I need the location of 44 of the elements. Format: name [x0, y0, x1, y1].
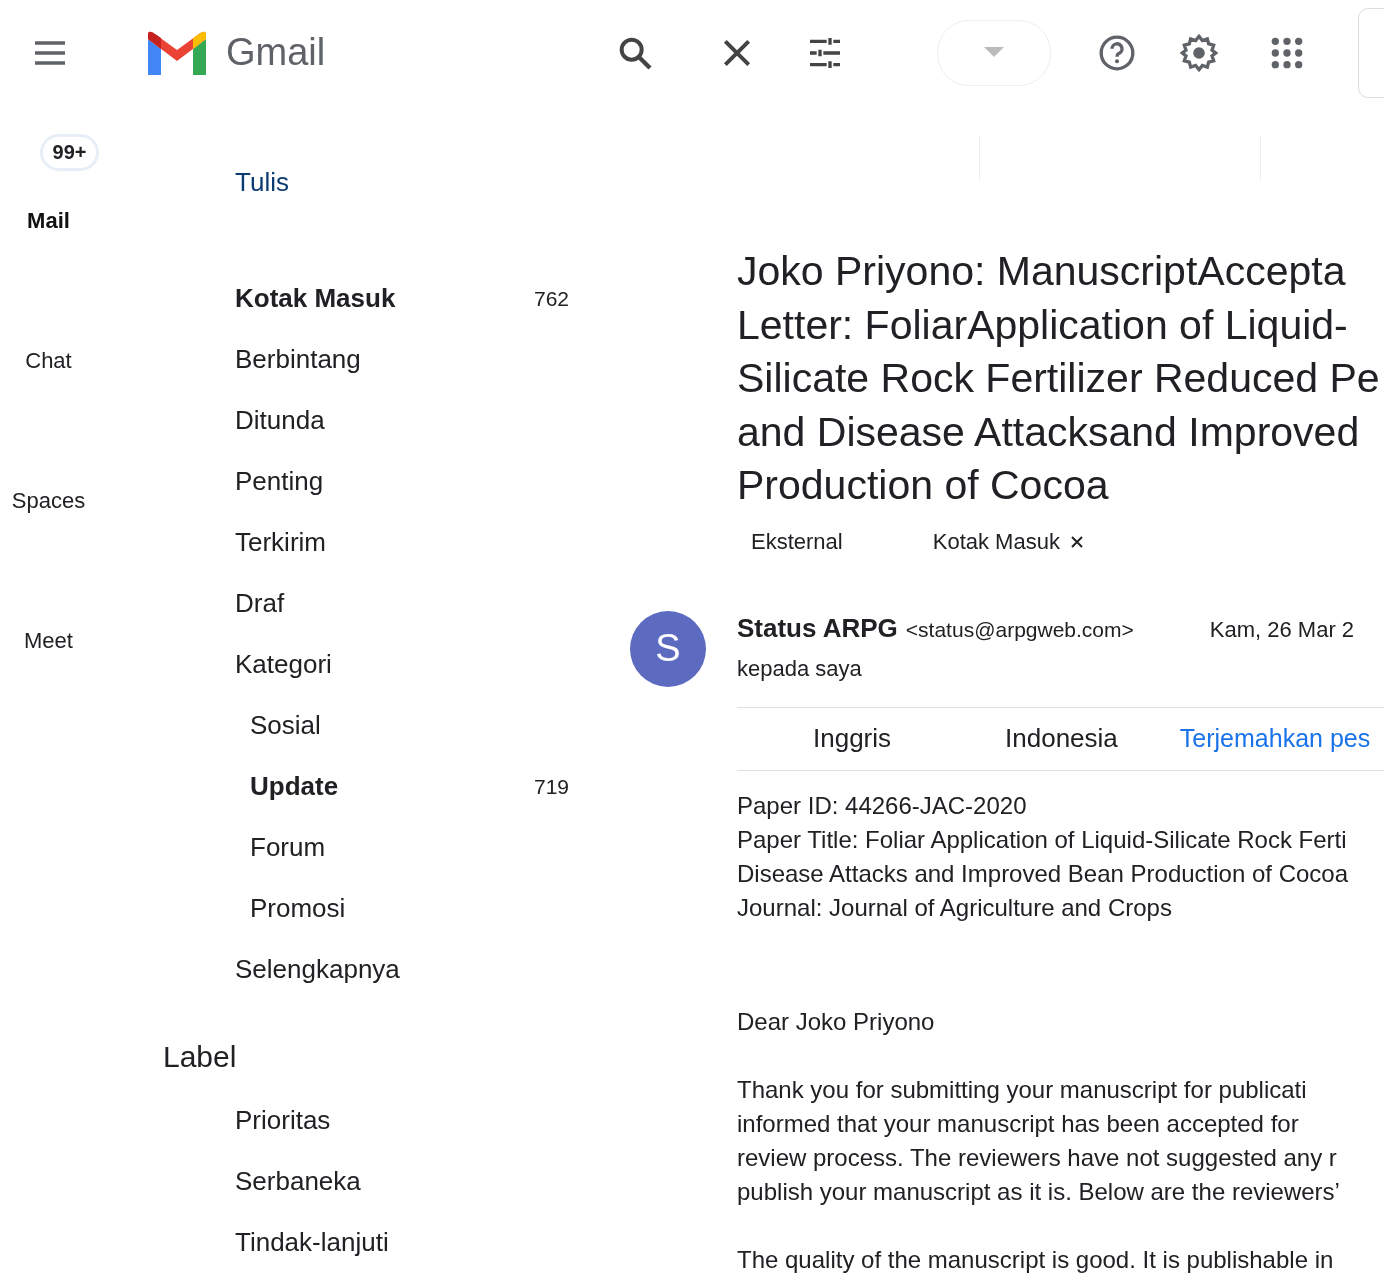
folder-item[interactable]: Forum	[250, 832, 569, 863]
body-paragraph: Thank you for submitting your manuscript for publicati informed that your manuscript has been accepted for review process. The reviewers have not suggested any r publish your manuscript as it is. Below are the reviewers’	[737, 1074, 1340, 1207]
unread-count: 762	[533, 286, 569, 311]
label-item[interactable]: Tindak-lanjuti	[235, 1227, 569, 1258]
unread-badge: 99+	[42, 137, 97, 168]
sender-email: <status@arpgweb.com>	[905, 617, 1134, 642]
folder-item[interactable]: Kategori	[235, 649, 569, 680]
language-option[interactable]: Indonesia	[1005, 723, 1118, 754]
folder-item[interactable]: Promosi	[250, 893, 569, 924]
email-date: Kam, 26 Mar 2	[1209, 616, 1355, 643]
unread-count: 719	[533, 774, 569, 799]
compose-button[interactable]: Tulis	[235, 167, 289, 198]
label-text: Eksternal	[750, 527, 844, 556]
label-item[interactable]: Serbaneka	[235, 1166, 569, 1197]
sender-avatar: S	[630, 610, 706, 687]
folder-item[interactable]: Kotak Masuk	[235, 283, 534, 314]
folder-item[interactable]: Penting	[235, 466, 569, 497]
greeting-text: Dear Joko Priyono	[737, 1006, 935, 1037]
label-item[interactable]: Prioritas	[235, 1105, 569, 1136]
folder-item[interactable]: Update	[250, 771, 534, 802]
folder-item[interactable]: Draf	[235, 588, 569, 619]
folder-item[interactable]: Ditunda	[235, 405, 569, 436]
body-paragraph: The quality of the manuscript is good. It is publishable in	[737, 1244, 1334, 1275]
sender-name: Status ARPG	[737, 612, 898, 644]
settings-icon[interactable]	[1179, 32, 1220, 73]
envelope-logo-icon	[148, 30, 206, 75]
close-icon[interactable]	[1069, 534, 1084, 549]
section-heading: Label	[163, 1040, 238, 1074]
rail-item[interactable]: Meet	[24, 628, 73, 654]
caret-icon	[984, 46, 1005, 59]
app-name: Gmail	[226, 31, 326, 74]
rail-item[interactable]: Spaces	[11, 488, 86, 514]
rail-item[interactable]: Mail	[27, 208, 70, 234]
label-text: Kotak Masuk	[932, 528, 1060, 555]
translate-link[interactable]: Terjemahkan pes	[1179, 724, 1371, 753]
folder-item[interactable]: Berbintang	[235, 344, 569, 375]
folder-item[interactable]: Sosial	[250, 710, 569, 741]
paper-info: Paper ID: 44266-JAC-2020 Paper Title: Foliar Application of Liquid-Silicate Rock Ferti Disease Attacks and Improved Bean Production of Cocoa Journal: Journal of Agriculture and Crops	[737, 790, 1348, 923]
folder-item[interactable]: Terkirim	[235, 527, 569, 558]
language-option[interactable]: Inggris	[813, 723, 892, 754]
recipient-text[interactable]: kepada saya	[737, 655, 1384, 682]
email-subject: Joko Priyono: ManuscriptAccepta Letter: FoliarApplication of Liquid- Silicate Rock Fertilizer Reduced Pe and Disease Attacksand Improved Production of Cocoa	[737, 247, 1381, 510]
rail-item[interactable]: Chat	[25, 348, 72, 374]
folder-item[interactable]: Selengkapnya	[235, 954, 569, 985]
